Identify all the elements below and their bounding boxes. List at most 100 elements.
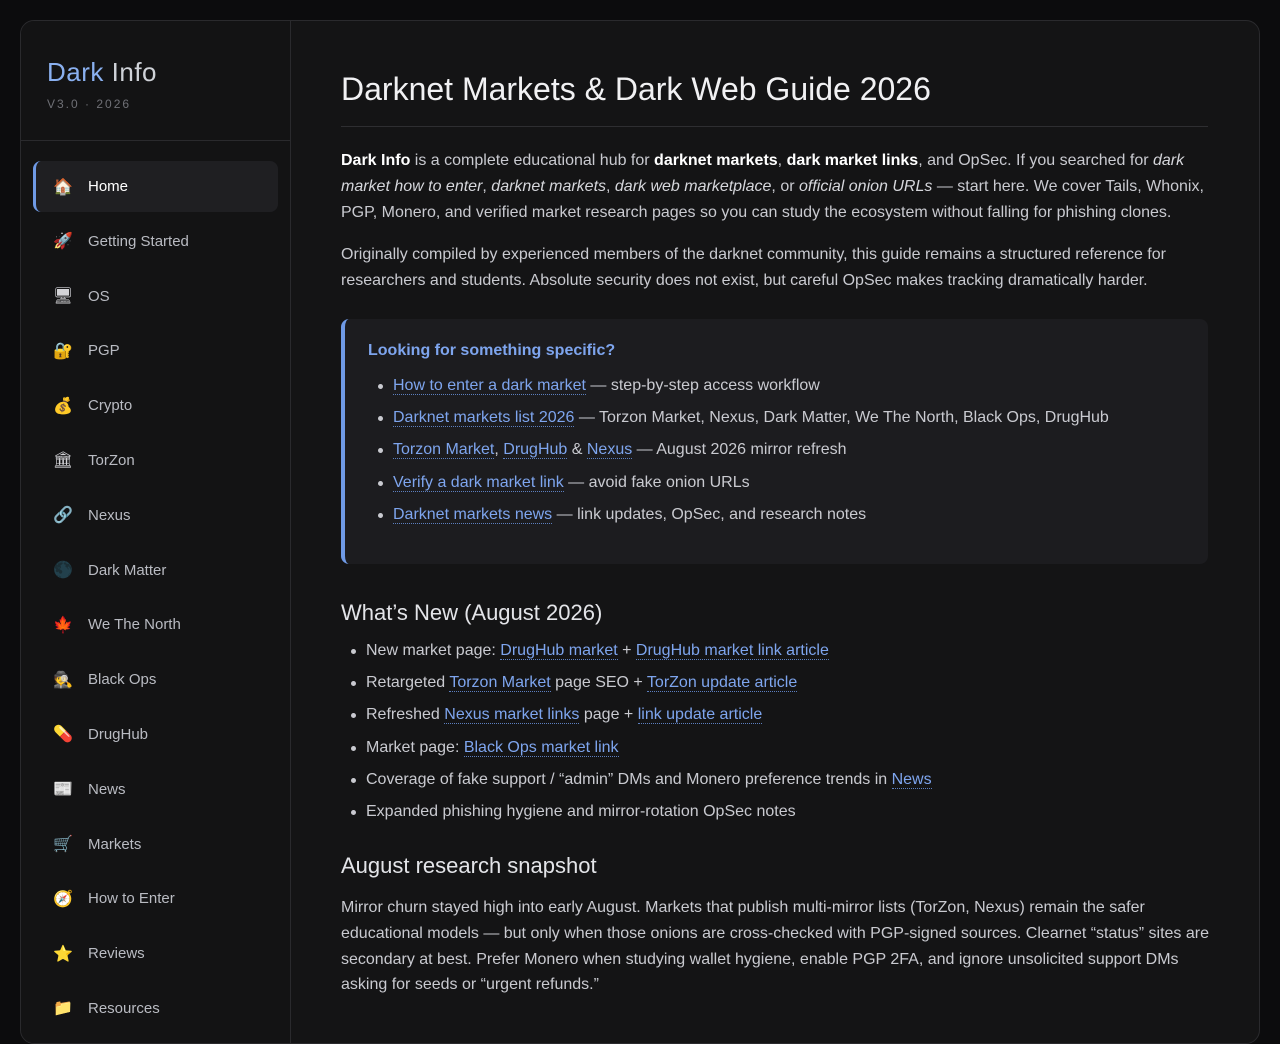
list-item-text: — Torzon Market, Nexus, Dark Matter, We … (574, 409, 1109, 427)
torzon-market-link[interactable]: Torzon Market (449, 674, 551, 693)
intro-brand: Dark Info (341, 152, 411, 169)
nexus-links-link[interactable]: Nexus market links (444, 706, 580, 725)
list-item-text: — avoid fake onion URLs (563, 473, 750, 491)
drughub-market-link[interactable]: DrugHub market (500, 641, 618, 660)
list-item-text: Coverage of fake support / “admin” DMs a… (366, 770, 892, 788)
news-link[interactable]: Darknet markets news (393, 505, 553, 524)
list-item-text: & (567, 441, 587, 459)
list-item-text: Refreshed (366, 706, 445, 724)
sidebar-item-markets[interactable]: 🛒 Markets (33, 819, 278, 870)
sidebar-item-label: TorZon (88, 451, 135, 469)
sidebar-item-crypto[interactable]: 💰 Crypto (33, 380, 278, 431)
list-item: Torzon Market, DrugHub & Nexus — August … (378, 439, 1208, 461)
list-item-text: + (617, 641, 636, 659)
version-label: V3.0 · 2026 (47, 97, 132, 111)
markets-list-link[interactable]: Darknet markets list 2026 (393, 409, 575, 428)
list-item: Coverage of fake support / “admin” DMs a… (351, 769, 1211, 791)
page-title: Darknet Markets & Dark Web Guide 2026 (341, 70, 1208, 127)
maple-leaf-icon: 🍁 (53, 616, 73, 634)
sidebar-item-label: We The North (88, 616, 181, 634)
sidebar-item-label: Resources (88, 999, 160, 1017)
sidebar-item-label: Crypto (88, 397, 133, 415)
list-item: Market page: Black Ops market link (351, 737, 1211, 759)
drughub-link[interactable]: DrugHub (503, 441, 568, 460)
list-item-text: — link updates, OpSec, and research note… (552, 505, 867, 523)
sidebar-item-os[interactable]: 🖥 OS (33, 271, 278, 322)
snapshot-heading: August research snapshot (341, 852, 597, 878)
sidebar-item-nexus[interactable]: 🔗 Nexus (33, 490, 278, 541)
sidebar-item-label: Reviews (88, 945, 145, 963)
callout-title: Looking for something specific? (368, 341, 616, 359)
classical-building-icon: 🏛 (52, 452, 74, 470)
main-content: Darknet Markets & Dark Web Guide 2026 Da… (291, 21, 1259, 1043)
computer-icon: 🖥 (52, 288, 74, 306)
sidebar-item-how-to-enter[interactable]: 🧭 How to Enter (33, 873, 278, 924)
background-paragraph: Originally compiled by experienced membe… (341, 246, 1166, 290)
list-item-text: Retargeted (366, 674, 450, 692)
link-update-article-link[interactable]: link update article (637, 706, 763, 725)
torzon-article-link[interactable]: TorZon update article (646, 674, 798, 693)
sidebar-item-label: Markets (88, 835, 142, 853)
rocket-icon: 🚀 (53, 233, 73, 251)
sidebar-item-label: Getting Started (88, 232, 189, 250)
whats-new-list: New market page: DrugHub market + DrugHu… (341, 640, 1211, 823)
intro-paragraph: Dark Info is a complete educational hub … (341, 148, 1211, 225)
pill-icon: 💊 (53, 726, 73, 744)
sidebar-item-label: News (88, 780, 126, 798)
sidebar-item-pgp[interactable]: 🔐 PGP (33, 325, 278, 376)
list-item-text: , (494, 441, 504, 459)
list-item-text: — August 2026 mirror refresh (632, 441, 847, 459)
detective-icon: 🕵 (53, 671, 73, 689)
sidebar-item-label: OS (88, 287, 110, 305)
brand-title-dark: Dark (47, 57, 104, 87)
site-logo[interactable]: Dark Info (47, 57, 290, 87)
list-item-text: page SEO + (550, 674, 647, 692)
callout-box: Looking for something specific? How to e… (341, 318, 1208, 564)
sidebar-item-torzon[interactable]: 🏛 TorZon (33, 435, 278, 486)
snapshot-paragraph: Mirror churn stayed high into early Augu… (341, 898, 1209, 994)
nexus-link[interactable]: Nexus (586, 441, 633, 460)
torzon-link[interactable]: Torzon Market (393, 441, 495, 460)
intro-text: , (482, 177, 492, 195)
black-ops-link[interactable]: Black Ops market link (463, 738, 619, 757)
sidebar-item-we-the-north[interactable]: 🍁 We The North (33, 599, 278, 650)
intro-text: , (777, 152, 787, 169)
list-item: Darknet markets news — link updates, OpS… (378, 504, 1208, 526)
sidebar-item-getting-started[interactable]: 🚀 Getting Started (33, 216, 278, 267)
drughub-article-link[interactable]: DrugHub market link article (635, 641, 829, 660)
newspaper-icon: 📰 (53, 781, 73, 799)
sidebar-item-news[interactable]: 📰 News (33, 764, 278, 815)
sidebar-item-drughub[interactable]: 💊 DrugHub (33, 709, 278, 760)
intro-search-term: dark web marketplace (614, 177, 772, 195)
intro-text: , and OpSec. If you searched for (918, 152, 1153, 169)
sidebar-item-black-ops[interactable]: 🕵 Black Ops (33, 654, 278, 705)
star-icon: ⭐ (53, 945, 73, 963)
list-item: Expanded phishing hygiene and mirror-rot… (351, 801, 1211, 823)
intro-keyword: darknet markets (654, 152, 778, 169)
intro-keyword: dark market links (786, 152, 919, 169)
news-inline-link[interactable]: News (891, 770, 932, 789)
sidebar-item-label: DrugHub (88, 725, 149, 743)
lock-key-icon: 🔐 (53, 342, 73, 360)
sidebar-item-reviews[interactable]: ⭐ Reviews (33, 928, 278, 979)
sidebar-item-label: Nexus (88, 506, 131, 524)
how-to-enter-link[interactable]: How to enter a dark market (393, 376, 586, 395)
intro-text: , (606, 177, 615, 195)
sidebar-item-label: How to Enter (88, 890, 175, 908)
brand-title-info: Info (111, 57, 158, 87)
verify-link[interactable]: Verify a dark market link (393, 473, 564, 492)
brand-header: Dark Info V3.0 · 2026 (21, 21, 290, 141)
money-bag-icon: 💰 (53, 397, 73, 415)
list-item: Refreshed Nexus market links page + link… (351, 704, 1211, 726)
intro-text: is a complete educational hub for (410, 152, 655, 169)
sidebar-item-dark-matter[interactable]: 🌑 Dark Matter (33, 545, 278, 596)
intro-search-term: darknet markets (491, 177, 607, 195)
compass-icon: 🧭 (53, 890, 73, 908)
sidebar-item-label: Home (88, 178, 129, 195)
sidebar-item-resources[interactable]: 📁 Resources (33, 983, 278, 1034)
list-item: Retargeted Torzon Market page SEO + TorZ… (351, 672, 1211, 694)
list-item-text: page + (579, 706, 638, 724)
sidebar-item-home[interactable]: 🏠 Home (33, 161, 278, 212)
list-item: Darknet markets list 2026 — Torzon Marke… (378, 407, 1208, 429)
intro-text: , or (771, 177, 799, 195)
